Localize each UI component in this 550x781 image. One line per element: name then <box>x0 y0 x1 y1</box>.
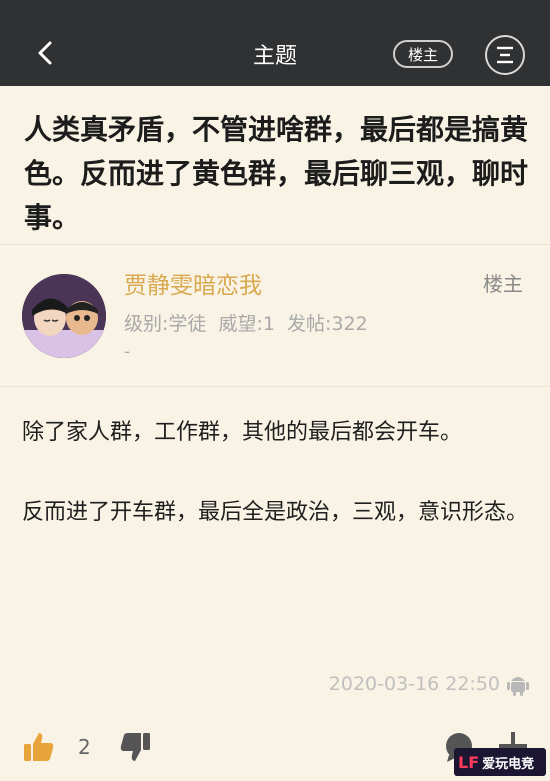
avatar-image <box>22 274 106 358</box>
post-timestamp: 2020-03-16 22:50 <box>328 673 500 695</box>
like-count: 2 <box>78 735 91 759</box>
content-paragraph: 除了家人群，工作群，其他的最后都会开车。 <box>22 420 463 445</box>
like-button[interactable] <box>22 730 56 764</box>
author-extra: - <box>124 342 131 362</box>
post-content: 除了家人群，工作群，其他的最后都会开车。 反而进了开车群，最后全是政治，三观，意… <box>22 413 528 573</box>
author-stats: 级别:学徒 威望:1 发帖:322 <box>124 313 368 335</box>
dislike-button[interactable] <box>118 730 152 764</box>
page-title: 主题 <box>252 44 297 69</box>
avatar[interactable] <box>22 274 106 358</box>
author-name[interactable]: 贾静雯暗恋我 <box>124 266 262 300</box>
site-watermark: LF 爱玩电竞 <box>454 748 546 776</box>
divider <box>0 244 550 245</box>
menu-icon <box>497 46 513 64</box>
content-paragraph: 反而进了开车群，最后全是政治，三观，意识形态。 <box>22 500 529 525</box>
watermark-logo: LF <box>458 752 480 772</box>
thumbs-down-icon <box>120 733 150 761</box>
divider <box>0 386 550 387</box>
op-only-button[interactable]: 楼主 <box>393 40 453 68</box>
op-badge: 楼主 <box>483 272 523 296</box>
post-title: 人类真矛盾，不管进啥群，最后都是搞黄色。反而进了黄色群，最后聊三观，聊时事。 <box>24 113 529 234</box>
thumbs-up-icon <box>24 733 54 761</box>
android-icon <box>507 677 529 696</box>
watermark-text: 爱玩电竞 <box>482 756 535 772</box>
menu-button[interactable] <box>485 35 525 75</box>
top-bar: 主题 楼主 <box>0 0 550 86</box>
